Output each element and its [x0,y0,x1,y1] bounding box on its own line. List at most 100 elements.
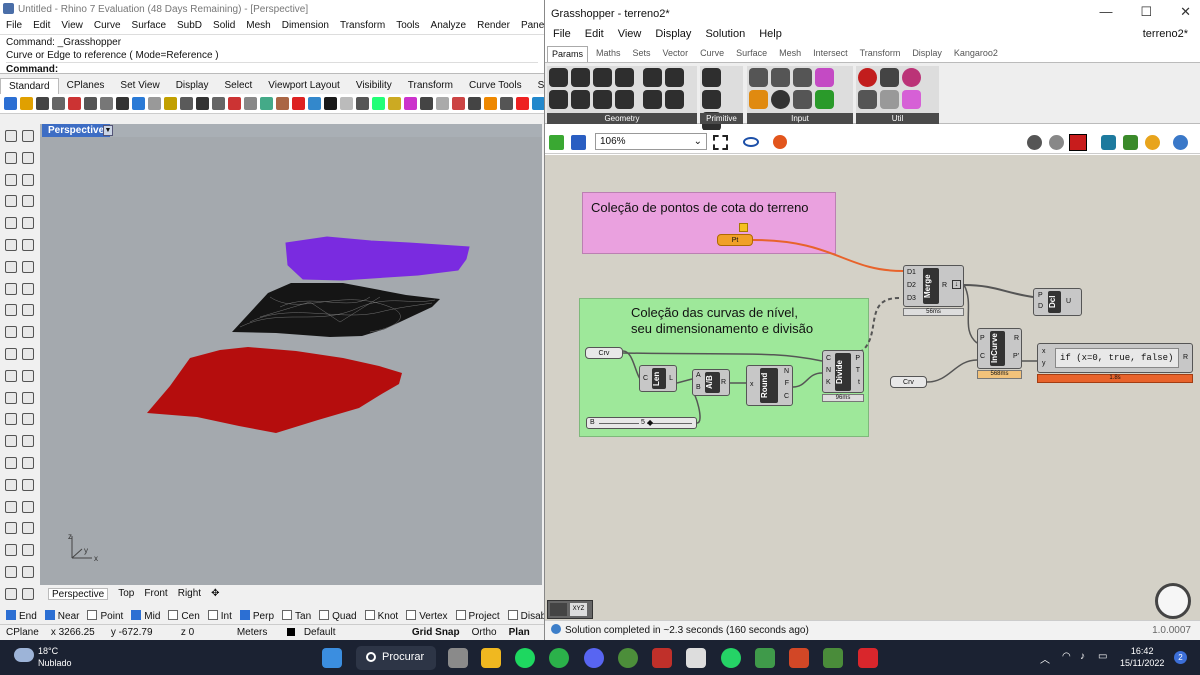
left-tool-icon[interactable] [5,282,17,295]
command-history[interactable]: Command: _Grasshopper Curve or Edge to r… [0,34,544,75]
left-tool-icon[interactable] [22,587,34,600]
start-icon[interactable] [322,648,342,668]
checkbox-icon[interactable] [364,610,375,620]
left-tool-icon[interactable] [22,566,34,578]
whatsapp-icon[interactable] [721,648,741,668]
task-view-icon[interactable] [448,648,468,668]
menu-edit[interactable]: Edit [33,20,50,34]
gh-menu-solution[interactable]: Solution [705,28,745,42]
gh-tab-curve[interactable]: Curve [696,46,728,62]
osnap-knot[interactable]: Knot [364,610,398,623]
left-tool-icon[interactable] [22,522,34,535]
osnap-quad[interactable]: Quad [319,610,357,623]
toolbar-tab-2[interactable]: Set View [112,78,167,94]
left-tool-icon[interactable] [5,544,17,557]
maps-icon[interactable] [618,648,638,668]
toolbar-tool-icon[interactable] [372,97,385,110]
osnap-tan[interactable]: Tan [282,610,311,623]
toolbar-tool-icon[interactable] [324,97,337,110]
checkbox-icon[interactable] [406,610,417,620]
left-tool-icon[interactable] [22,173,34,186]
left-tool-icon[interactable] [22,435,34,448]
preview-eye-icon[interactable] [743,137,759,147]
gh-tab-sets[interactable]: Sets [629,46,655,62]
toolbar-tool-icon[interactable] [340,97,353,110]
toolbar-tool-icon[interactable] [116,97,129,110]
viewport-tab-perspective[interactable]: Perspective [48,588,109,600]
gh-menu-edit[interactable]: Edit [585,28,604,42]
checkbox-icon[interactable] [87,610,98,620]
left-tool-icon[interactable] [22,544,34,557]
zoom-extents-icon[interactable] [713,135,728,150]
toolbar-tool-icon[interactable] [260,97,273,110]
deconstruct-component[interactable]: P D Dcl U [1033,288,1082,316]
left-tool-icon[interactable] [22,478,34,491]
left-tool-icon[interactable] [5,195,17,208]
left-tool-icon[interactable] [22,282,34,295]
menu-mesh[interactable]: Mesh [246,20,270,34]
toolbar-tab-0[interactable]: Standard [0,78,59,94]
division-component[interactable]: A B A/B R [692,369,730,396]
toolbar-tool-icon[interactable] [84,97,97,110]
checkbox-icon[interactable] [239,610,250,620]
checkbox-icon[interactable] [6,610,16,620]
toolbar-tool-icon[interactable] [100,97,113,110]
osnap-end[interactable]: End [6,610,37,623]
incurve-component[interactable]: P C InCurve R P' [977,328,1022,369]
left-tool-icon[interactable] [22,369,34,382]
osnap-vertex[interactable]: Vertex [406,610,448,623]
curve-param-1[interactable]: Crv [585,347,623,359]
display-settings-icon[interactable] [1173,135,1188,150]
toolbar-tab-7[interactable]: Transform [400,78,461,94]
toolbar-tool-icon[interactable] [228,97,241,110]
gh-menu-display[interactable]: Display [655,28,691,42]
left-tool-icon[interactable] [22,217,34,230]
canvas-navigation-widget[interactable] [1155,583,1191,619]
toolbar-tab-8[interactable]: Curve Tools [461,78,530,94]
file-explorer-icon[interactable] [481,648,501,668]
toolbar-tool-icon[interactable] [148,97,161,110]
status-layer[interactable]: Default [281,625,406,640]
viewport-menu-icon[interactable]: ▼ [103,125,113,136]
chevron-up-icon[interactable]: ︿ [1040,651,1050,666]
left-tool-icon[interactable] [5,369,17,382]
edge-icon[interactable] [549,648,569,668]
toolbar-tool-icon[interactable] [68,97,81,110]
preview-quality-icon[interactable] [1145,135,1160,150]
osnap-point[interactable]: Point [87,610,123,623]
status-grid-snap[interactable]: Grid Snap [406,625,466,640]
toolbar-tool-icon[interactable] [180,97,193,110]
menu-render[interactable]: Render [477,20,510,34]
status-units[interactable]: Meters [231,625,281,640]
toolbar-tool-icon[interactable] [356,97,369,110]
osnap-mid[interactable]: Mid [131,610,160,623]
menu-panels[interactable]: Panels [521,20,544,34]
toolbar-tool-icon[interactable] [52,97,65,110]
checkbox-icon[interactable] [282,610,293,620]
toolbar-tool-icon[interactable] [20,97,33,110]
gh-tab-kangaroo2[interactable]: Kangaroo2 [950,46,1002,62]
toolbar-tool-icon[interactable] [308,97,321,110]
left-tool-icon[interactable] [5,457,17,469]
toolbar-tool-icon[interactable] [36,97,49,110]
point-param[interactable]: Pt [717,234,753,246]
status-planar[interactable]: Plan [503,625,536,640]
divide-component[interactable]: C N K Divide P T t [822,350,864,393]
toolbar-tab-5[interactable]: Viewport Layout [260,78,348,94]
gh-tab-maths[interactable]: Maths [592,46,625,62]
left-tool-icon[interactable] [22,500,34,513]
wifi-icon[interactable]: ◠ [1062,651,1071,662]
toolbar-tool-icon[interactable] [516,97,529,110]
left-tool-icon[interactable] [5,304,17,317]
gh-tab-surface[interactable]: Surface [732,46,771,62]
maximize-icon[interactable]: ☐ [1140,4,1152,20]
left-tool-icon[interactable] [5,500,17,513]
osnap-int[interactable]: Int [207,610,232,623]
toolbar-tool-icon[interactable] [468,97,481,110]
left-tool-icon[interactable] [22,151,34,164]
osnap-project[interactable]: Project [455,610,500,623]
sketch-icon[interactable] [773,135,787,149]
volume-icon[interactable]: ♪ [1080,651,1085,662]
status-cplane[interactable]: CPlane [0,625,45,640]
menu-transform[interactable]: Transform [340,20,385,34]
